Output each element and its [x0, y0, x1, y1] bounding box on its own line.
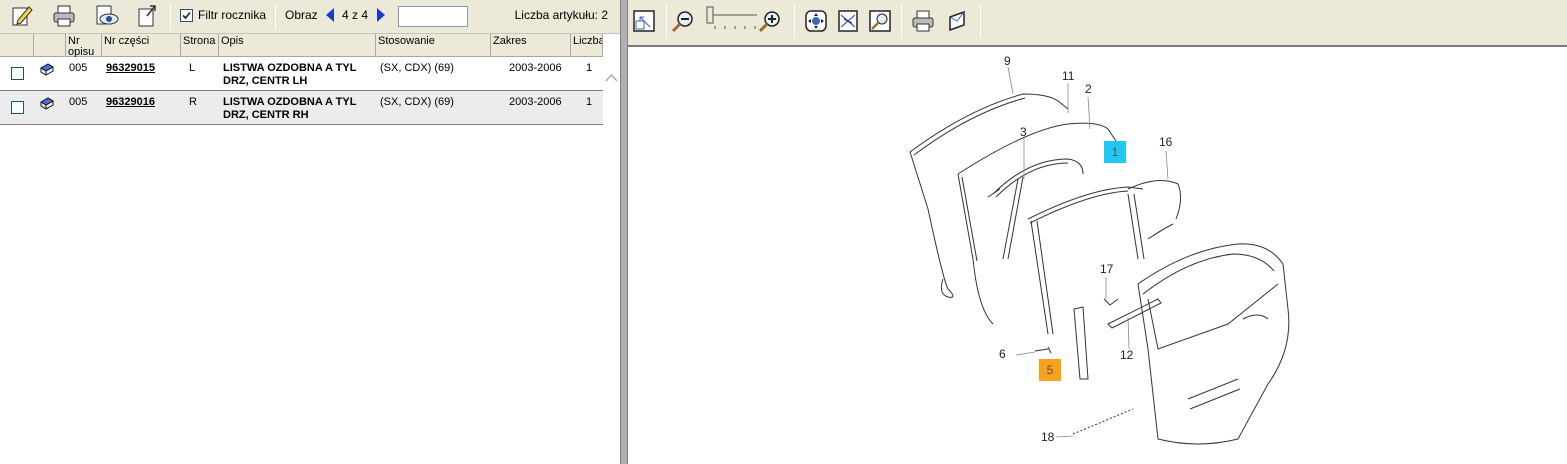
zoom-out-icon[interactable] — [670, 8, 696, 34]
edit-icon[interactable] — [8, 2, 36, 30]
parts-diagram[interactable]: 9 11 2 3 16 17 6 12 18 1 5 — [628, 49, 1567, 464]
cell-opis-line2: DRZ, CENTR RH — [223, 109, 309, 121]
toolbar-separator — [275, 4, 276, 30]
callout-label[interactable]: 11 — [1062, 69, 1074, 83]
diagram-pane: 9 11 2 3 16 17 6 12 18 1 5 — [628, 0, 1567, 464]
fit-page-icon[interactable] — [631, 8, 657, 34]
cell-strona: L — [189, 62, 196, 74]
image-page-indicator: 4 z 4 — [342, 8, 369, 22]
print-icon[interactable] — [50, 2, 78, 30]
highlighted-callout-orange[interactable]: 5 — [1039, 359, 1061, 381]
callout-label[interactable]: 12 — [1120, 348, 1133, 362]
header-opis[interactable]: Opis — [219, 34, 376, 57]
row-checkbox[interactable] — [11, 67, 24, 80]
cell-nr-opisu: 005 — [69, 96, 88, 108]
image-label: Obraz — [285, 8, 318, 22]
article-count: Liczba artykułu: 2 — [514, 8, 608, 22]
table-scrollbar[interactable] — [603, 57, 620, 464]
door-exploded-drawing — [909, 66, 1290, 445]
callout-label[interactable]: 9 — [1004, 54, 1011, 68]
cell-liczba: 1 — [586, 96, 593, 108]
cell-opis-line1: LISTWA OZDOBNA A TYL — [223, 62, 357, 74]
cell-opis-line2: DRZ, CENTR LH — [223, 75, 308, 87]
toolbar-separator — [170, 4, 171, 30]
header-stosowanie[interactable]: Stosowanie — [376, 34, 491, 57]
header-strona[interactable]: Strona — [181, 34, 219, 57]
parts-toolbar: Filtr rocznika Obraz 4 z 4 Liczba artyku… — [0, 0, 620, 34]
part-number-link[interactable]: 96329015 — [106, 62, 155, 75]
filter-checkbox-box[interactable] — [180, 8, 193, 22]
toolbar-separator — [980, 4, 981, 38]
toolbar-separator — [794, 4, 795, 38]
cell-strona: R — [189, 96, 197, 108]
table-row[interactable]: 005 96329015 L LISTWA OZDOBNA A TYL DRZ,… — [0, 57, 603, 91]
diagram-toolbar — [628, 0, 1567, 47]
pane-splitter[interactable] — [620, 0, 628, 464]
search-input[interactable] — [398, 6, 468, 27]
pan-icon[interactable] — [803, 8, 829, 34]
cell-nr-opisu: 005 — [69, 62, 88, 74]
fit-width-icon[interactable] — [835, 8, 861, 34]
callout-label[interactable]: 18 — [1041, 430, 1054, 444]
header-select — [0, 34, 34, 57]
filter-label: Filtr rocznika — [198, 8, 267, 22]
preview-icon[interactable] — [93, 2, 121, 30]
part-number-link[interactable]: 96329016 — [106, 96, 155, 109]
book-icon[interactable] — [39, 96, 55, 115]
callout-label[interactable]: 16 — [1159, 135, 1172, 149]
header-nr-opisu[interactable]: Nr opisu — [66, 34, 102, 57]
scroll-up-icon[interactable] — [603, 71, 620, 85]
row-checkbox[interactable] — [11, 101, 24, 114]
cell-stosowanie: (SX, CDX) (69) — [380, 96, 454, 108]
parts-list-pane: Filtr rocznika Obraz 4 z 4 Liczba artyku… — [0, 0, 620, 464]
cell-stosowanie: (SX, CDX) (69) — [380, 62, 454, 74]
print-diagram-icon[interactable] — [910, 8, 936, 34]
send-icon[interactable] — [945, 8, 971, 34]
prev-image-button[interactable] — [324, 7, 336, 23]
header-nr-czesci[interactable]: Nr części — [102, 34, 181, 57]
cell-zakres: 2003-2006 — [509, 62, 562, 74]
zoom-in-icon[interactable] — [757, 8, 783, 34]
header-icon — [34, 34, 66, 57]
highlighted-callout-blue[interactable]: 1 — [1104, 141, 1126, 163]
zoom-area-icon[interactable] — [867, 8, 893, 34]
year-filter-checkbox[interactable]: Filtr rocznika — [180, 8, 266, 22]
callout-label[interactable]: 17 — [1100, 262, 1113, 276]
book-icon[interactable] — [39, 62, 55, 81]
cell-zakres: 2003-2006 — [509, 96, 562, 108]
next-image-button[interactable] — [375, 7, 387, 23]
callout-label[interactable]: 2 — [1085, 82, 1092, 96]
app-window: Filtr rocznika Obraz 4 z 4 Liczba artyku… — [0, 0, 1567, 464]
export-icon[interactable] — [133, 2, 161, 30]
table-row[interactable]: 005 96329016 R LISTWA OZDOBNA A TYL DRZ,… — [0, 91, 603, 125]
toolbar-separator — [901, 4, 902, 38]
toolbar-separator — [666, 4, 667, 38]
header-liczba[interactable]: Liczba — [571, 34, 603, 57]
cell-opis-line1: LISTWA OZDOBNA A TYL — [223, 96, 357, 108]
table-header: Nr opisu Nr części Strona Opis Stosowani… — [0, 34, 603, 57]
callout-label[interactable]: 3 — [1020, 125, 1027, 139]
cell-liczba: 1 — [586, 62, 593, 74]
parts-table: Nr opisu Nr części Strona Opis Stosowani… — [0, 34, 603, 125]
zoom-slider[interactable] — [705, 6, 759, 32]
callout-label[interactable]: 6 — [999, 347, 1006, 361]
header-zakres[interactable]: Zakres — [491, 34, 571, 57]
